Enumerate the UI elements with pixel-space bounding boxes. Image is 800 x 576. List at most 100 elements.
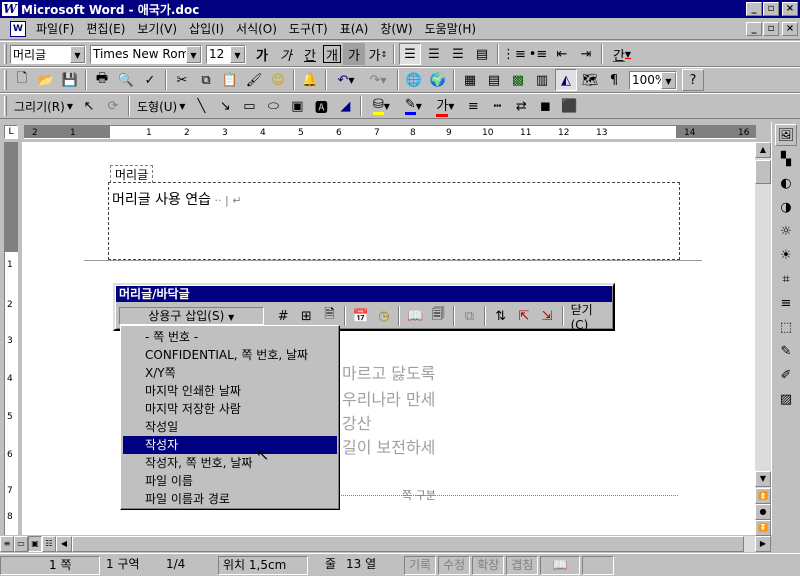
- ruler-strip[interactable]: 2 1 1 2 3 4 5 6 7 8 9 10 11 12 13 14 16: [24, 125, 756, 139]
- chevron-down-icon[interactable]: ▼: [230, 45, 245, 63]
- autotext-item[interactable]: 작성자, 쪽 번호, 날짜: [123, 454, 337, 472]
- arrow-button[interactable]: ↘: [214, 95, 236, 117]
- menu-window[interactable]: 창(W): [374, 19, 418, 39]
- vruler-strip[interactable]: 1 2 3 4 5 6 7 8: [4, 142, 18, 535]
- autotext-item-highlighted[interactable]: 작성자: [123, 436, 337, 454]
- word-app-icon[interactable]: W: [2, 2, 18, 16]
- scroll-up-button[interactable]: ▲: [755, 142, 771, 158]
- underline-button[interactable]: 간: [299, 43, 321, 65]
- autoshapes-button[interactable]: 도형(U) ▼: [133, 95, 189, 117]
- align-left-button[interactable]: ☰: [399, 43, 421, 65]
- doc-close-button[interactable]: ×: [782, 22, 798, 36]
- increase-indent-button[interactable]: ⇥: [575, 43, 597, 65]
- hf-toolbar-title[interactable]: 머리글/바닥글: [116, 286, 612, 302]
- body-line[interactable]: 마르고 닳도록: [342, 360, 435, 384]
- wordart-button[interactable]: 🅰: [310, 95, 332, 117]
- show-previous-button[interactable]: ⇱: [513, 305, 534, 327]
- align-right-button[interactable]: ☰: [447, 43, 469, 65]
- more-brightness-button[interactable]: ☼: [775, 220, 797, 242]
- new-button[interactable]: 🗋: [11, 69, 33, 91]
- document-icon[interactable]: W: [10, 20, 26, 37]
- next-page-button[interactable]: ⏬: [755, 520, 771, 536]
- insert-page-count-button[interactable]: ⊞: [296, 305, 317, 327]
- numbering-button[interactable]: ⋮≡: [502, 43, 526, 65]
- menu-insert[interactable]: 삽입(I): [183, 19, 230, 39]
- normal-view-button[interactable]: ≡: [0, 535, 14, 552]
- status-ovr[interactable]: 겹침: [506, 555, 539, 575]
- minimize-button[interactable]: _: [746, 2, 762, 16]
- autotext-item[interactable]: X/Y쪽: [123, 364, 337, 382]
- autotext-item[interactable]: CONFIDENTIAL, 쪽 번호, 날짜: [123, 346, 337, 364]
- line-button[interactable]: ╲: [190, 95, 212, 117]
- tables-borders-button[interactable]: ▦: [459, 69, 481, 91]
- preview-button[interactable]: 🔍: [115, 69, 137, 91]
- bullets-button[interactable]: •≡: [527, 43, 549, 65]
- zoom-combo[interactable]: 100% ▼: [629, 70, 677, 90]
- header-text[interactable]: 머리글 사용 연습 ·· | ↵: [112, 189, 241, 209]
- reset-picture-button[interactable]: ▨: [775, 388, 797, 410]
- arrow-style-button[interactable]: ⇄: [510, 95, 532, 117]
- chevron-down-icon[interactable]: ▼: [186, 45, 201, 63]
- same-as-previous-button[interactable]: ⧉: [459, 305, 480, 327]
- select-objects-button[interactable]: ↖: [78, 95, 100, 117]
- draw-menu-button[interactable]: 그리기(R) ▼: [10, 95, 77, 117]
- hscroll-thumb[interactable]: [72, 535, 744, 552]
- crop-button[interactable]: ⌗: [775, 268, 797, 290]
- online-view-button[interactable]: ▭: [14, 535, 28, 552]
- autotext-item[interactable]: 파일 이름: [123, 472, 337, 490]
- line-style-button[interactable]: ≡: [462, 95, 484, 117]
- close-button[interactable]: ×: [782, 2, 798, 16]
- menu-tools[interactable]: 도구(T): [283, 19, 334, 39]
- help-button[interactable]: ?: [682, 69, 704, 91]
- chevron-down-icon[interactable]: ▼: [70, 45, 85, 63]
- cut-button[interactable]: ✂: [171, 69, 193, 91]
- insert-table-button[interactable]: ▤: [483, 69, 505, 91]
- font-combo[interactable]: Times New Rom ▼: [90, 44, 202, 64]
- superscript-button[interactable]: 가 ↕: [367, 43, 389, 65]
- shadow-button[interactable]: ◼: [534, 95, 556, 117]
- insert-picture-button[interactable]: 🖼: [775, 124, 797, 146]
- scroll-right-button[interactable]: ▶: [755, 535, 771, 552]
- autotext-item[interactable]: 작성일: [123, 418, 337, 436]
- hscroll-track[interactable]: [72, 535, 755, 552]
- italic-button[interactable]: 가: [275, 43, 297, 65]
- redo-button[interactable]: ↷ ▼: [363, 69, 393, 91]
- body-line[interactable]: 우리나라 만세: [342, 386, 435, 410]
- menu-help[interactable]: 도움말(H): [419, 19, 483, 39]
- line-color-button[interactable]: ✎ ▼: [398, 95, 428, 117]
- status-rec[interactable]: 기록: [404, 555, 437, 575]
- previous-page-button[interactable]: ⏫: [755, 488, 771, 504]
- less-contrast-button[interactable]: ◑: [775, 196, 797, 218]
- maximize-button[interactable]: ▫: [763, 2, 779, 16]
- format-picture-button[interactable]: ✎: [775, 340, 797, 362]
- status-ext[interactable]: 확장: [472, 555, 505, 575]
- text-wrap-button[interactable]: ⬚: [775, 316, 797, 338]
- insert-page-number-button[interactable]: #: [273, 305, 294, 327]
- body-line[interactable]: 강산: [342, 410, 371, 434]
- insert-date-button[interactable]: 📅: [350, 305, 371, 327]
- save-button[interactable]: 💾: [59, 69, 81, 91]
- bell-button[interactable]: 🔔: [299, 69, 321, 91]
- copy-button[interactable]: ⧉: [195, 69, 217, 91]
- select-browse-object-button[interactable]: ●: [755, 504, 771, 520]
- 3d-button[interactable]: ⬛: [558, 95, 580, 117]
- autotext-item[interactable]: 파일 이름과 경로: [123, 490, 337, 508]
- columns-button[interactable]: ▥: [531, 69, 553, 91]
- paste-button[interactable]: 📋: [219, 69, 241, 91]
- rectangle-button[interactable]: ▭: [238, 95, 260, 117]
- bold-button[interactable]: 가: [251, 43, 273, 65]
- toolbar-grip[interactable]: [4, 96, 7, 116]
- oval-button[interactable]: ⬭: [262, 95, 284, 117]
- justify-button[interactable]: ▤: [471, 43, 493, 65]
- doc-minimize-button[interactable]: _: [746, 22, 762, 36]
- menu-table[interactable]: 표(A): [334, 19, 375, 39]
- fill-color-button[interactable]: ⛁ ▼: [366, 95, 396, 117]
- insert-time-button[interactable]: ◷: [373, 305, 394, 327]
- textbox-button[interactable]: ▣: [286, 95, 308, 117]
- menu-file[interactable]: 파일(F): [30, 19, 80, 39]
- font-color-button[interactable]: 간 ▼: [607, 43, 637, 65]
- toolbar-grip[interactable]: [4, 44, 7, 64]
- page-layout-view-button[interactable]: ▣: [28, 535, 42, 552]
- vertical-scrollbar[interactable]: ▲ ▼ ⏫ ● ⏬: [755, 142, 771, 536]
- autotext-item[interactable]: - 쪽 번호 -: [123, 328, 337, 346]
